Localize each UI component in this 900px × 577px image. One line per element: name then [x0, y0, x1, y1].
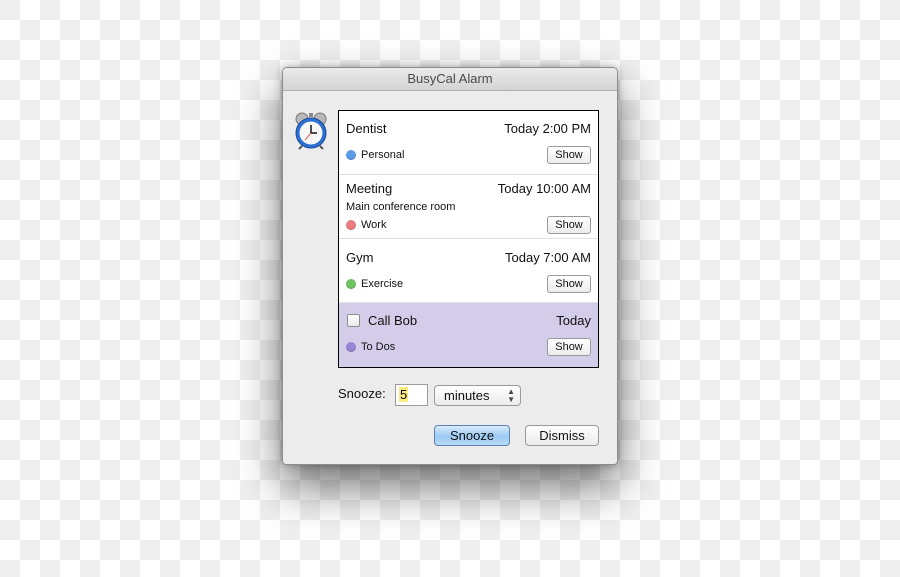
todo-item[interactable]: Call Bob Today To Dos Show	[339, 303, 598, 367]
show-button[interactable]: Show	[547, 275, 591, 293]
window-title[interactable]: BusyCal Alarm	[283, 68, 617, 91]
calendar-name: Personal	[361, 149, 405, 161]
show-button[interactable]: Show	[547, 338, 591, 356]
alarm-item[interactable]: Meeting Today 10:00 AM Main conference r…	[339, 175, 598, 239]
alarm-title: Gym	[346, 250, 374, 265]
alarm-title: Dentist	[346, 121, 387, 136]
show-button[interactable]: Show	[547, 146, 591, 164]
calendar-color-dot	[346, 342, 356, 352]
calendar-label: Work	[346, 219, 386, 231]
snooze-unit-select[interactable]: minutes ▲ ▼	[434, 385, 521, 406]
todo-checkbox[interactable]	[347, 314, 360, 327]
alarm-title: Call Bob	[368, 313, 418, 328]
alarm-time: Today 2:00 PM	[504, 121, 591, 136]
calendar-color-dot	[346, 150, 356, 160]
calendar-name: Exercise	[361, 278, 404, 290]
calendar-name: Work	[361, 219, 387, 231]
snooze-amount-input[interactable]: 5	[395, 384, 428, 406]
calendar-label: To Dos	[346, 341, 395, 353]
snooze-amount-value: 5	[399, 387, 409, 402]
calendar-color-dot	[346, 279, 356, 289]
alarm-location: Main conference room	[346, 201, 456, 213]
alarm-time: Today	[556, 313, 591, 328]
alarm-time: Today 10:00 AM	[497, 181, 591, 196]
show-button[interactable]: Show	[547, 216, 591, 234]
calendar-name: To Dos	[361, 341, 396, 353]
alarm-list: Dentist Today 2:00 PM Personal Show Meet…	[338, 110, 599, 368]
snooze-button[interactable]: Snooze	[434, 425, 510, 446]
alarm-clock-icon	[295, 112, 327, 150]
alarm-title: Meeting	[346, 181, 393, 196]
stepper-arrows-icon: ▲ ▼	[507, 387, 515, 404]
dismiss-button[interactable]: Dismiss	[525, 425, 599, 446]
snooze-unit-value: minutes	[444, 388, 490, 403]
alarm-item[interactable]: Dentist Today 2:00 PM Personal Show	[339, 111, 598, 175]
calendar-label: Exercise	[346, 278, 403, 290]
snooze-label: Snooze:	[338, 386, 386, 401]
alarm-time: Today 7:00 AM	[505, 250, 591, 265]
calendar-label: Personal	[346, 149, 404, 161]
alarm-item[interactable]: Gym Today 7:00 AM Exercise Show	[339, 239, 598, 303]
alarm-window: BusyCal Alarm Dentist Today 2:00 PM Pers…	[282, 67, 618, 465]
calendar-color-dot	[346, 220, 356, 230]
